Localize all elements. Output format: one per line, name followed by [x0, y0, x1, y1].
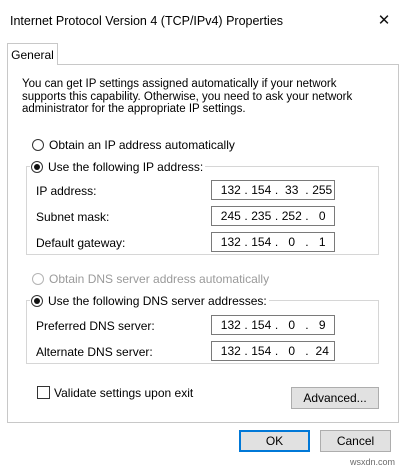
use-following-ip-radio[interactable]	[31, 160, 43, 173]
window-title: Internet Protocol Version 4 (TCP/IPv4) P…	[10, 14, 284, 28]
close-icon: ✕	[377, 12, 391, 29]
ip-octet: 132	[220, 318, 241, 332]
preferred-dns-input[interactable]: 132. 154. 0. 9	[211, 315, 335, 335]
use-following-ip-label: Use the following IP address:	[48, 159, 204, 174]
ip-octet: 154	[251, 183, 272, 197]
obtain-dns-auto-radio	[32, 273, 44, 285]
ip-octet: 132	[220, 183, 241, 197]
advanced-button-label: Advanced...	[303, 391, 367, 405]
ok-button[interactable]: OK	[239, 430, 310, 452]
ip-address-label: IP address:	[36, 184, 97, 198]
watermark-text: wsxdn.com	[350, 457, 396, 467]
ip-octet: 1	[318, 235, 326, 249]
use-following-dns-radio[interactable]	[31, 294, 43, 307]
use-following-ip-row: Use the following IP address:	[30, 159, 206, 174]
validate-settings-label: Validate settings upon exit	[54, 386, 194, 400]
default-gateway-label: Default gateway:	[36, 236, 126, 250]
preferred-dns-label: Preferred DNS server:	[36, 319, 155, 333]
use-following-dns-label: Use the following DNS server addresses:	[48, 293, 267, 308]
ip-octet: 245	[220, 209, 241, 223]
close-button[interactable]: ✕	[371, 8, 397, 32]
ip-octet: 0	[288, 318, 296, 332]
advanced-button[interactable]: Advanced...	[291, 387, 379, 409]
ip-octet: 235	[251, 209, 272, 223]
default-gateway-input[interactable]: 132. 154. 0. 1	[211, 232, 335, 252]
ip-octet: 252	[281, 209, 302, 223]
tab-general[interactable]: General	[7, 43, 58, 65]
cancel-button[interactable]: Cancel	[320, 430, 391, 452]
ok-button-label: OK	[265, 434, 284, 448]
ip-octet: 33	[285, 183, 299, 197]
use-following-dns-row: Use the following DNS server addresses:	[30, 293, 269, 308]
ip-octet: 154	[251, 235, 272, 249]
ip-octet: 154	[251, 318, 272, 332]
ip-octet: 132	[220, 235, 241, 249]
ip-octet: 255	[312, 183, 333, 197]
ip-octet: 154	[251, 344, 272, 358]
cancel-button-label: Cancel	[336, 434, 375, 448]
ip-address-input[interactable]: 132. 154. 33. 255	[211, 180, 335, 200]
description-text: You can get IP settings assigned automat…	[22, 78, 353, 115]
ip-octet: 132	[220, 344, 241, 358]
obtain-ip-auto-label: Obtain an IP address automatically	[49, 138, 235, 152]
obtain-dns-auto-label: Obtain DNS server address automatically	[49, 272, 270, 286]
tab-general-label: General	[11, 47, 54, 62]
ip-octet: 0	[318, 209, 326, 223]
subnet-mask-input[interactable]: 245. 235. 252. 0	[211, 206, 335, 226]
subnet-mask-label: Subnet mask:	[36, 210, 110, 224]
validate-settings-checkbox[interactable]	[37, 386, 50, 399]
obtain-ip-auto-radio[interactable]	[32, 139, 44, 151]
alternate-dns-input[interactable]: 132. 154. 0. 24	[211, 341, 335, 361]
alternate-dns-label: Alternate DNS server:	[36, 345, 153, 359]
ip-octet: 0	[288, 344, 296, 358]
ip-octet: 9	[318, 318, 326, 332]
ip-octet: 0	[288, 235, 296, 249]
ip-octet: 24	[315, 344, 329, 358]
